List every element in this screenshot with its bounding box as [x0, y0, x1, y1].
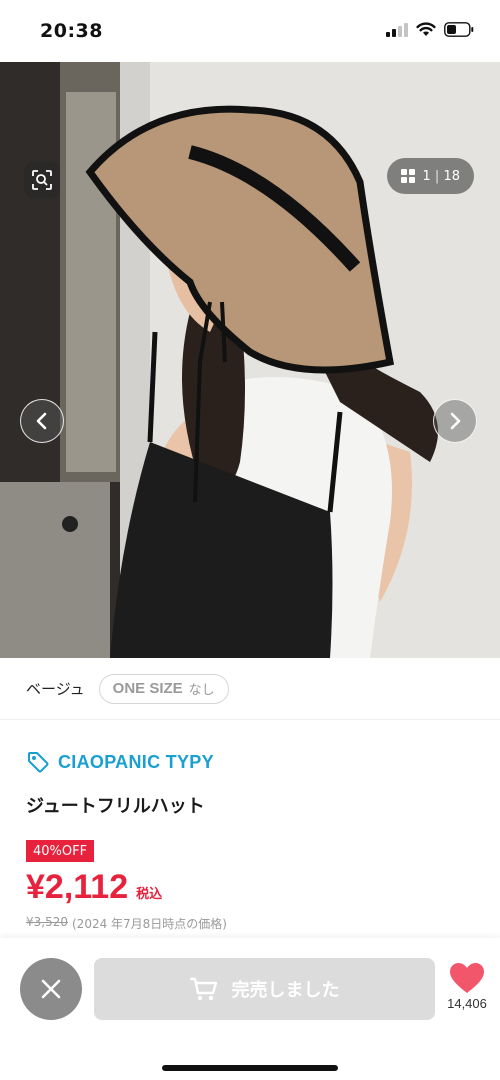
price-row: ¥2,112 税込 [26, 868, 162, 907]
battery-icon [444, 22, 474, 37]
lens-search-icon [32, 170, 52, 190]
next-image-button[interactable] [433, 399, 477, 443]
tag-icon [28, 752, 49, 773]
close-button[interactable] [20, 958, 82, 1020]
chevron-right-icon [450, 412, 461, 430]
discount-badge: 40%OFF [26, 840, 95, 862]
image-search-button[interactable] [24, 162, 60, 198]
favorite-button[interactable]: 14,406 [440, 962, 494, 1011]
image-current: 1 [422, 168, 431, 184]
product-title: ジュートフリルハット [26, 796, 205, 817]
original-price: ¥3,520 [26, 915, 68, 929]
brand-name: CIAOPANIC TYPY [58, 751, 214, 772]
bottom-action-bar: 完売しました 14,406 [0, 938, 500, 1080]
product-photo [0, 62, 500, 658]
color-label: ベージュ [26, 680, 85, 698]
favorite-count: 14,406 [447, 996, 487, 1011]
sold-out-label: 完売しました [231, 980, 340, 1001]
home-indicator [162, 1065, 338, 1071]
close-icon [41, 979, 61, 999]
brand-link[interactable]: CIAOPANIC TYPY [26, 750, 214, 774]
image-total: 18 [443, 168, 460, 184]
chevron-left-icon [36, 412, 47, 430]
sale-price: ¥2,112 [26, 868, 129, 906]
size-option[interactable]: ONE SIZE なし [98, 673, 229, 704]
sold-out-button: 完売しました [94, 958, 435, 1020]
wifi-icon [416, 22, 436, 36]
tax-label: 税込 [136, 887, 163, 902]
variant-row: ベージュ ONE SIZE なし [0, 658, 500, 720]
status-bar: 20:38 [0, 0, 500, 62]
counter-separator: | [434, 168, 440, 184]
size-stock-status: なし [188, 683, 215, 698]
original-price-row: ¥3,520 (2024 年7月8日時点の価格) [26, 915, 227, 932]
size-name: ONE SIZE [112, 680, 183, 697]
heart-icon [450, 963, 484, 993]
image-counter[interactable]: 1 | 18 [386, 158, 474, 194]
grid-icon [400, 169, 415, 183]
original-price-note: (2024 年7月8日時点の価格) [72, 917, 227, 931]
cart-icon [189, 977, 217, 1001]
previous-image-button[interactable] [20, 399, 64, 443]
status-icons [386, 22, 474, 37]
status-time: 20:38 [40, 20, 103, 42]
product-image[interactable]: 1 | 18 [0, 62, 500, 658]
signal-icon [386, 22, 408, 37]
